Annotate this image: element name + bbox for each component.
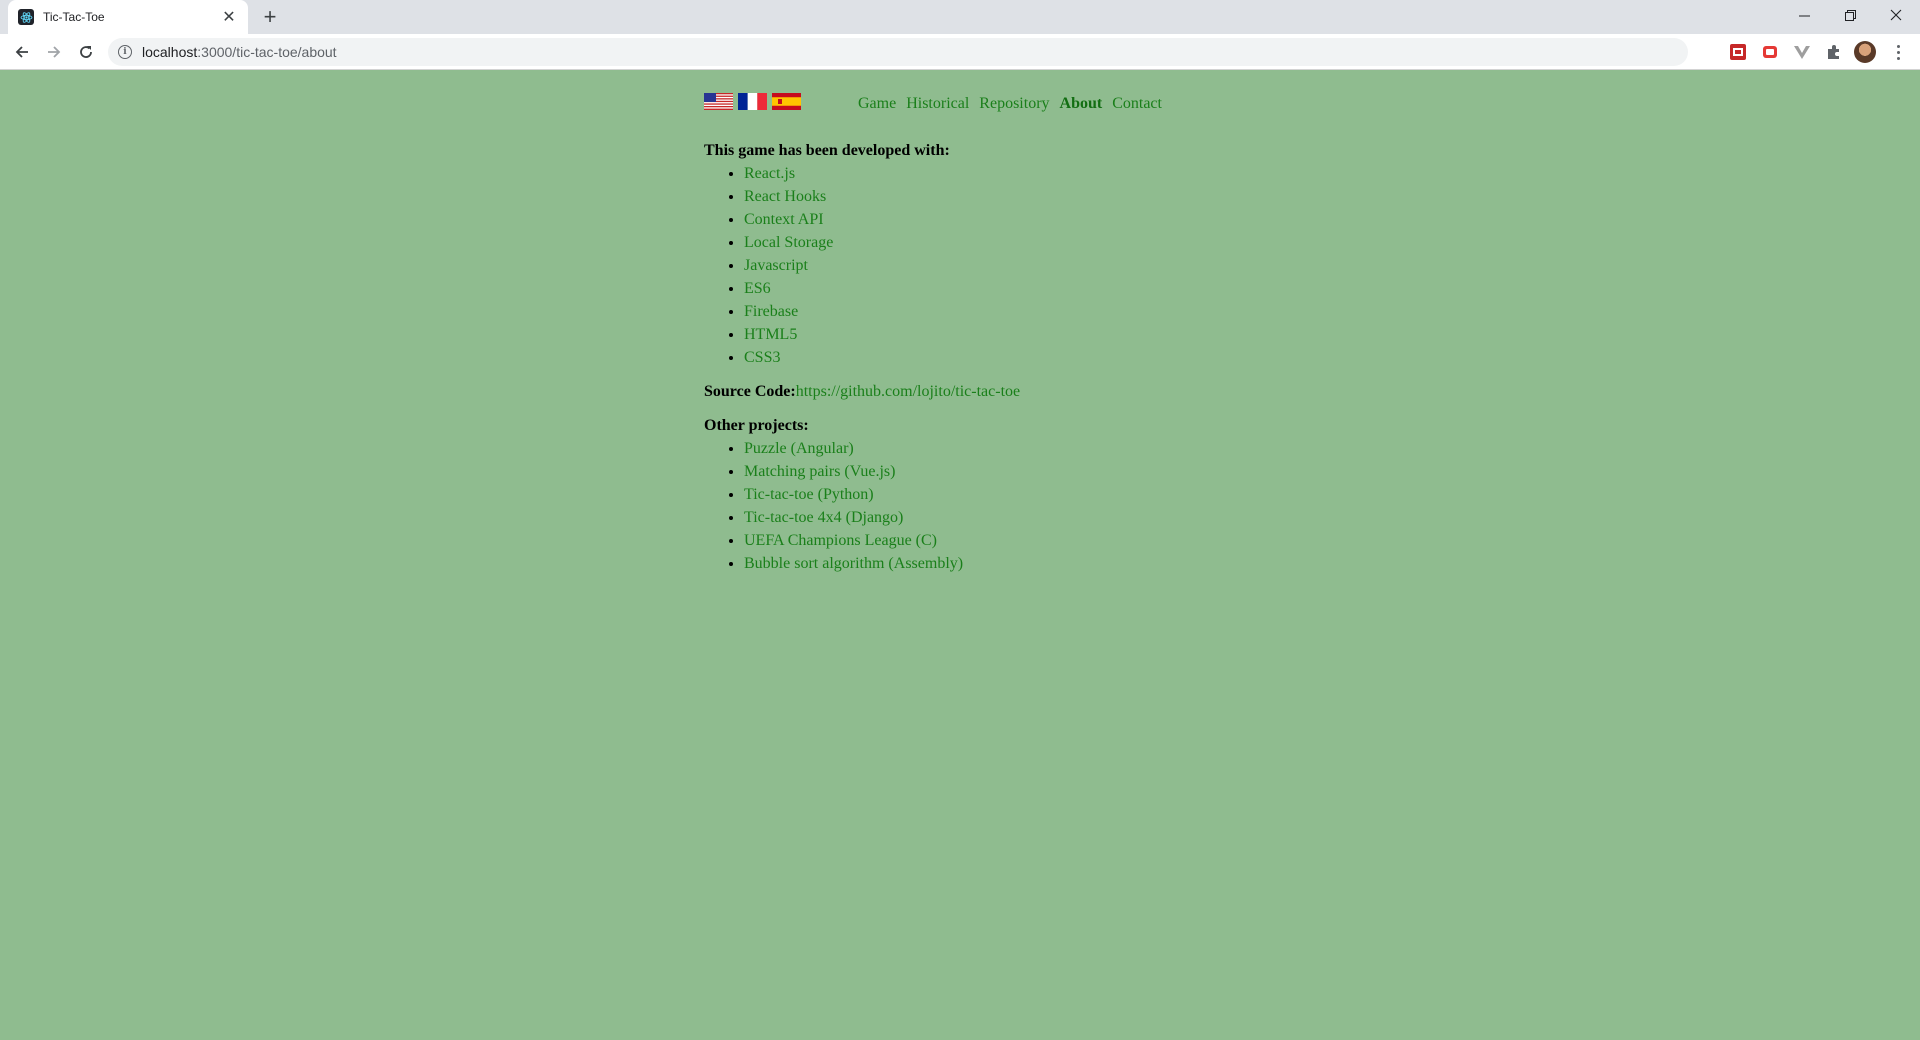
url-text: localhost:3000/tic-tac-toe/about <box>142 44 337 60</box>
minimize-button[interactable] <box>1781 0 1827 30</box>
france-flag-icon[interactable] <box>738 93 767 110</box>
source-code-link[interactable]: https://github.com/lojito/tic-tac-toe <box>796 383 1020 400</box>
list-item: Javascript <box>744 254 1304 277</box>
technology-link[interactable]: Local Storage <box>744 234 833 251</box>
about-content: This game has been developed with: React… <box>704 139 1304 575</box>
extensions-puzzle-icon[interactable] <box>1824 42 1844 62</box>
profile-avatar[interactable] <box>1854 41 1876 63</box>
technology-link[interactable]: Context API <box>744 211 824 228</box>
browser-menu-icon[interactable] <box>1888 40 1908 64</box>
project-link[interactable]: Tic-tac-toe 4x4 (Django) <box>744 509 903 526</box>
nav-about-link[interactable]: About <box>1060 95 1103 113</box>
tab-title: Tic-Tac-Toe <box>43 10 105 24</box>
reload-icon <box>80 46 92 58</box>
technology-link[interactable]: ES6 <box>744 280 771 297</box>
source-code-line: Source Code:https://github.com/lojito/ti… <box>704 380 1304 403</box>
tab-strip: Tic-Tac-Toe ✕ + <box>0 0 1920 34</box>
browser-toolbar: i localhost:3000/tic-tac-toe/about A <box>0 34 1920 94</box>
list-item: React.js <box>744 162 1304 185</box>
info-icon[interactable]: i <box>118 45 132 59</box>
list-item: ES6 <box>744 277 1304 300</box>
project-link[interactable]: Matching pairs (Vue.js) <box>744 463 895 480</box>
other-projects-heading: Other projects: <box>704 417 809 434</box>
address-bar[interactable]: i localhost:3000/tic-tac-toe/about <box>108 38 1688 66</box>
list-item: Local Storage <box>744 231 1304 254</box>
react-favicon-icon <box>18 9 34 25</box>
list-item: UEFA Champions League (C) <box>744 529 1304 552</box>
nav-game-link[interactable]: Game <box>858 95 896 113</box>
technology-link[interactable]: React Hooks <box>744 188 826 205</box>
list-item: Firebase <box>744 300 1304 323</box>
close-tab-icon[interactable]: ✕ <box>220 8 238 26</box>
technology-link[interactable]: React.js <box>744 165 795 182</box>
project-link[interactable]: Tic-tac-toe (Python) <box>744 486 874 503</box>
main-nav: Game Historical Repository About Contact <box>858 95 1162 113</box>
nav-historical-link[interactable]: Historical <box>906 95 969 113</box>
other-projects-list: Puzzle (Angular) Matching pairs (Vue.js)… <box>704 437 1304 575</box>
close-window-button[interactable] <box>1873 0 1919 30</box>
source-code-label: Source Code: <box>704 383 796 400</box>
new-tab-button[interactable]: + <box>258 4 282 29</box>
list-item: Puzzle (Angular) <box>744 437 1304 460</box>
list-item: Tic-tac-toe (Python) <box>744 483 1304 506</box>
list-item: Bubble sort algorithm (Assembly) <box>744 552 1304 575</box>
technology-link[interactable]: HTML5 <box>744 326 797 343</box>
technology-link[interactable]: Firebase <box>744 303 798 320</box>
technologies-list: React.js React Hooks Context API Local S… <box>704 162 1304 369</box>
nav-repository-link[interactable]: Repository <box>979 95 1049 113</box>
extension-red-icon[interactable] <box>1728 42 1748 62</box>
list-item: CSS3 <box>744 346 1304 369</box>
project-link[interactable]: Bubble sort algorithm (Assembly) <box>744 555 963 572</box>
technology-link[interactable]: CSS3 <box>744 349 780 366</box>
us-flag-icon[interactable] <box>704 93 733 110</box>
page-body: Game Historical Repository About Contact… <box>0 71 1920 1040</box>
list-item: Matching pairs (Vue.js) <box>744 460 1304 483</box>
restore-button[interactable] <box>1827 0 1873 30</box>
list-item: Context API <box>744 208 1304 231</box>
extension-screencast-icon[interactable] <box>1760 42 1780 62</box>
reload-button[interactable] <box>72 38 100 66</box>
technology-link[interactable]: Javascript <box>744 257 808 274</box>
browser-tab[interactable]: Tic-Tac-Toe ✕ <box>8 0 248 34</box>
spain-flag-icon[interactable] <box>772 93 801 110</box>
project-link[interactable]: UEFA Champions League (C) <box>744 532 937 549</box>
nav-contact-link[interactable]: Contact <box>1112 95 1162 113</box>
list-item: React Hooks <box>744 185 1304 208</box>
developed-with-heading: This game has been developed with: <box>704 142 950 159</box>
list-item: Tic-tac-toe 4x4 (Django) <box>744 506 1304 529</box>
project-link[interactable]: Puzzle (Angular) <box>744 440 854 457</box>
back-button[interactable] <box>8 38 36 66</box>
extension-vue-icon[interactable] <box>1792 42 1812 62</box>
forward-arrow-icon <box>48 46 61 58</box>
forward-button[interactable] <box>40 38 68 66</box>
back-arrow-icon <box>15 46 28 58</box>
language-flags <box>704 93 801 110</box>
list-item: HTML5 <box>744 323 1304 346</box>
